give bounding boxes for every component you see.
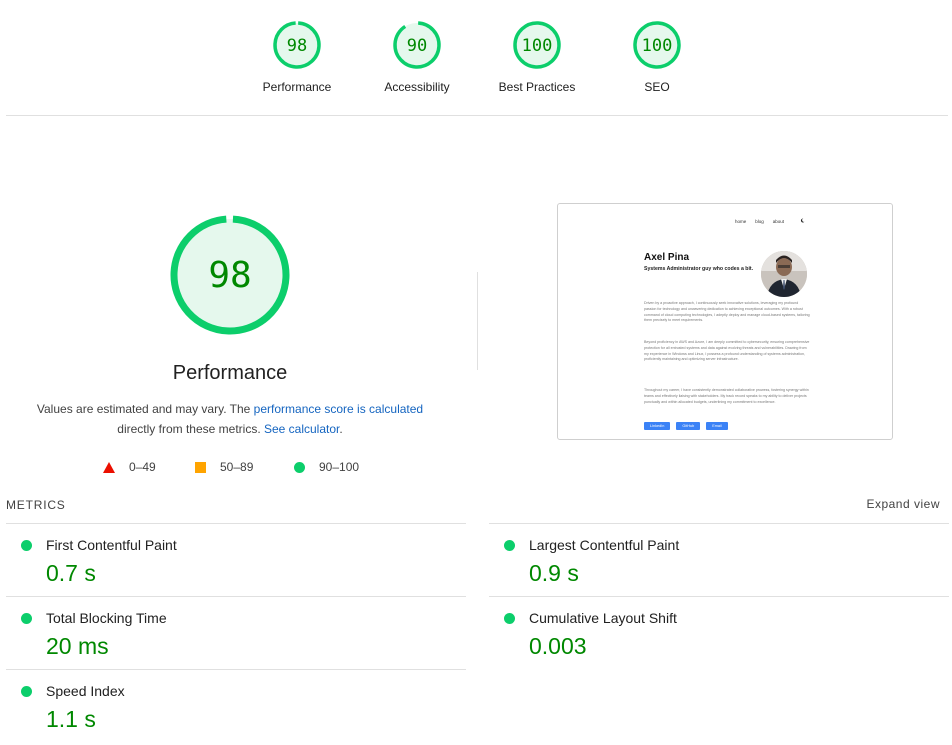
performance-score: 98 — [208, 255, 251, 296]
header-divider — [6, 115, 948, 116]
triangle-icon — [103, 461, 115, 473]
gauge-ring: 100 — [513, 21, 561, 69]
metric-largest-contentful-paint: Largest Contentful Paint 0.9 s — [489, 523, 949, 596]
desc-text: directly from these metrics. — [117, 422, 264, 436]
pass-circle-icon — [21, 540, 32, 551]
gauge-performance[interactable]: 98 Performance — [237, 20, 357, 94]
pass-circle-icon — [504, 613, 515, 624]
preview-tagline: Systems Administrator guy who codes a bi… — [644, 266, 754, 272]
circle-icon — [294, 461, 305, 473]
metric-first-contentful-paint: First Contentful Paint 0.7 s — [6, 523, 466, 596]
preview-nav-item: blog — [755, 219, 764, 224]
gauge-label: Performance — [262, 80, 332, 94]
metrics-header: METRICS — [6, 498, 66, 512]
preview-buttons: LinkedIn GitHub Email — [644, 422, 728, 430]
metric-name: First Contentful Paint — [46, 537, 177, 553]
desc-text: . — [339, 422, 343, 436]
metric-total-blocking-time: Total Blocking Time 20 ms — [6, 596, 466, 669]
metric-name: Cumulative Layout Shift — [529, 610, 677, 626]
pass-circle-icon — [504, 540, 515, 551]
avatar — [761, 251, 807, 297]
legend-average: 50–89 — [195, 460, 253, 474]
preview-paragraph: Driven by a proactive approach, I contin… — [644, 301, 810, 323]
metric-name: Speed Index — [46, 683, 125, 699]
metric-name: Largest Contentful Paint — [529, 537, 680, 553]
score-calculated-link[interactable]: performance score is calculated — [254, 402, 423, 416]
performance-title: Performance — [172, 362, 288, 384]
gauge-label: Accessibility — [384, 80, 450, 94]
pass-circle-icon — [21, 686, 32, 697]
gauge-ring: 90 — [393, 21, 441, 69]
preview-github-button: GitHub — [676, 422, 701, 430]
legend-label: 0–49 — [129, 460, 156, 474]
gauge-score: 100 — [642, 36, 673, 56]
gauge-score: 98 — [287, 36, 307, 56]
final-screenshot[interactable]: home blog about Axel Pina Systems Admini… — [557, 203, 893, 440]
preview-paragraph: Beyond proficiency in AWS and Azure, I a… — [644, 340, 810, 362]
preview-name: Axel Pina — [644, 252, 690, 263]
gauge-label: SEO — [644, 80, 670, 94]
gauge-best-practices[interactable]: 100 Best Practices — [477, 20, 597, 94]
gauge-ring: 100 — [633, 21, 681, 69]
gauge-accessibility[interactable]: 90 Accessibility — [357, 20, 477, 94]
pass-circle-icon — [21, 613, 32, 624]
metric-value: 0.003 — [529, 633, 587, 659]
metric-speed-index: Speed Index 1.1 s — [6, 669, 466, 742]
legend-label: 90–100 — [319, 460, 360, 474]
preview-nav-item: home — [734, 219, 747, 224]
metric-value: 1.1 s — [46, 706, 96, 732]
see-calculator-link[interactable]: See calculator — [264, 422, 339, 436]
preview-nav-item: about — [772, 219, 784, 224]
gauge-label: Best Practices — [498, 80, 576, 94]
gauge-score: 90 — [407, 36, 427, 56]
desc-text: Values are estimated and may vary. The — [36, 402, 254, 416]
performance-gauge: 98 — [170, 215, 290, 335]
portrait-image — [761, 251, 807, 297]
gauge-ring: 98 — [273, 21, 321, 69]
expand-view-toggle[interactable]: Expand view — [866, 497, 940, 511]
metric-value: 0.7 s — [46, 560, 96, 586]
metric-value: 0.9 s — [529, 560, 579, 586]
gauge-seo[interactable]: 100 SEO — [597, 20, 717, 94]
legend-pass: 90–100 — [294, 460, 359, 474]
metric-cumulative-layout-shift: Cumulative Layout Shift 0.003 — [489, 596, 949, 669]
vertical-divider — [477, 272, 478, 370]
gauge-score: 100 — [522, 36, 553, 56]
legend-fail: 0–49 — [103, 460, 156, 474]
preview-email-button: Email — [706, 422, 728, 430]
category-gauges: 98 Performance 90 Accessibility 100 Best… — [0, 0, 952, 116]
preview-paragraph: Throughout my career, I have consistentl… — [644, 388, 809, 404]
legend-label: 50–89 — [220, 460, 254, 474]
metric-name: Total Blocking Time — [46, 610, 167, 626]
preview-linkedin-button: LinkedIn — [644, 422, 671, 430]
moon-icon — [800, 218, 805, 223]
square-icon — [195, 461, 206, 473]
preview-nav: home blog about — [735, 219, 784, 224]
performance-description: Values are estimated and may vary. The p… — [20, 399, 440, 439]
metric-value: 20 ms — [46, 633, 109, 659]
